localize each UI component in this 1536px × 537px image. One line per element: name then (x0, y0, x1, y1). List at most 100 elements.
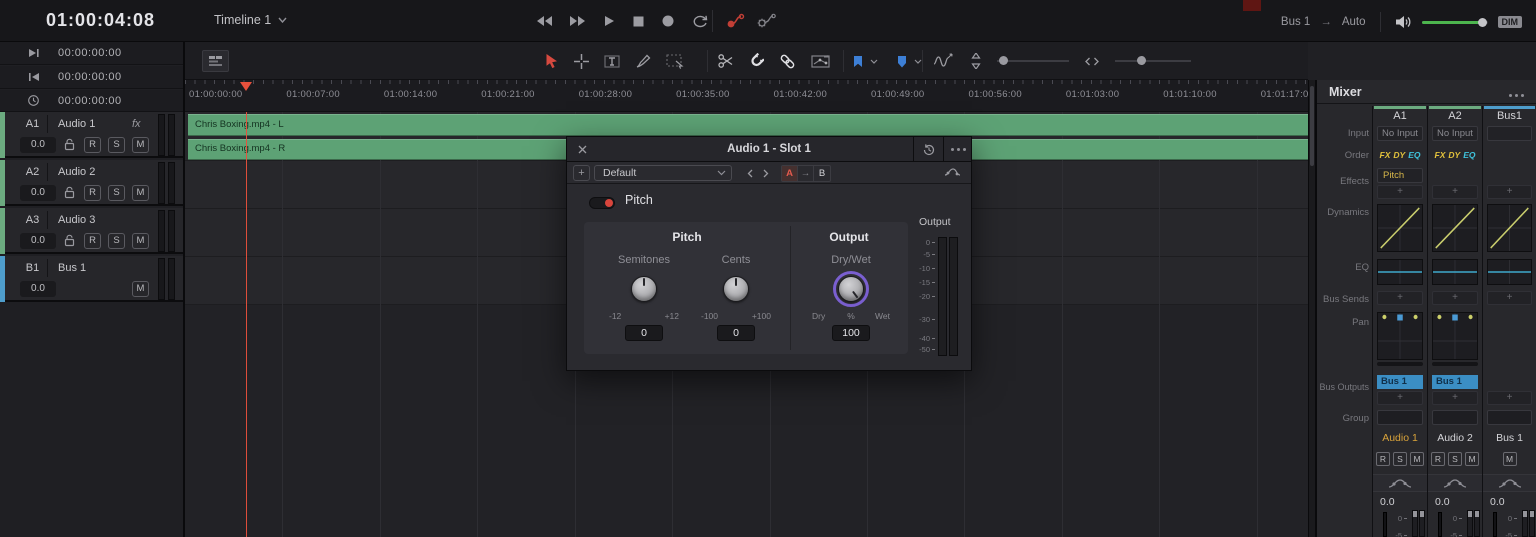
waveform-zoom-button[interactable] (933, 52, 955, 70)
mute-button[interactable]: M (1410, 452, 1424, 466)
eq-graph[interactable] (1487, 259, 1532, 285)
mute-button[interactable]: M (132, 233, 149, 249)
bus-send-add-button[interactable]: + (1487, 291, 1532, 305)
mixer-track-name[interactable]: Bus 1 (1483, 432, 1536, 444)
solo-button[interactable]: S (1393, 452, 1407, 466)
pan-slider[interactable] (1377, 362, 1423, 366)
mute-button[interactable]: M (132, 185, 149, 201)
mute-button[interactable]: M (132, 281, 149, 297)
speaker-icon[interactable] (1395, 15, 1412, 29)
dim-button[interactable]: DIM (1497, 16, 1522, 28)
flag-button[interactable] (852, 55, 864, 68)
fader-slot[interactable] (1438, 512, 1442, 537)
automation-settings-button[interactable] (756, 13, 778, 29)
mute-button[interactable]: M (132, 137, 149, 153)
automation-curve-button[interactable] (1428, 474, 1482, 492)
ab-compare-b-button[interactable]: B (814, 166, 830, 181)
timeline-selector[interactable]: Timeline 1 (214, 13, 287, 27)
automation-curve-button[interactable] (1373, 474, 1427, 492)
pointer-tool-button[interactable] (545, 53, 559, 69)
track-header-a3[interactable]: A3 Audio 3 0.0 R S M (0, 208, 183, 254)
trim-edit-tool-button[interactable] (604, 54, 620, 69)
lock-icon[interactable] (64, 138, 75, 151)
timeline-ruler[interactable]: 01:00:00:00 01:00:07:00 01:00:14:00 01:00:2… (185, 80, 1308, 112)
automation-toggle-button[interactable] (726, 13, 746, 28)
dynamics-graph[interactable] (1377, 204, 1423, 252)
preset-dropdown[interactable]: Default (594, 165, 732, 181)
add-effect-button[interactable]: + (1377, 185, 1423, 199)
record-arm-button[interactable]: R (1376, 452, 1390, 466)
order-badges[interactable]: FX DY EQ (1428, 147, 1482, 163)
effect-slot[interactable]: Pitch (1377, 168, 1423, 183)
rewind-button[interactable] (536, 15, 552, 27)
play-button[interactable] (604, 15, 615, 27)
pan-control[interactable] (1432, 312, 1478, 360)
timeline-view-options-button[interactable] (202, 50, 229, 72)
fader-area[interactable]: 0 -5 (1428, 510, 1482, 537)
dynamics-graph[interactable] (1487, 204, 1532, 252)
next-preset-button[interactable] (759, 165, 773, 181)
mute-button[interactable]: M (1502, 452, 1517, 466)
effect-enable-toggle[interactable] (589, 197, 615, 209)
vertical-zoom-slider[interactable] (997, 56, 1069, 65)
solo-button[interactable]: S (108, 233, 125, 249)
range-select-tool-button[interactable] (574, 53, 589, 69)
eq-graph[interactable] (1377, 259, 1423, 285)
group-field[interactable] (1487, 410, 1532, 425)
pan-control[interactable] (1377, 312, 1423, 360)
marker-color-dropdown[interactable] (914, 59, 922, 64)
bypass-button[interactable] (944, 166, 961, 179)
loop-button[interactable] (692, 15, 708, 28)
automation-curve-button[interactable] (1483, 474, 1536, 492)
bus-send-add-button[interactable]: + (1377, 291, 1423, 305)
dynamics-graph[interactable] (1432, 204, 1478, 252)
fader-area[interactable]: 0 -5 (1373, 510, 1427, 537)
playhead-line[interactable] (246, 112, 247, 537)
solo-button[interactable]: S (1448, 452, 1462, 466)
add-effect-button[interactable]: + (1487, 185, 1532, 199)
snap-button[interactable] (749, 53, 764, 69)
fader-slot[interactable] (1383, 512, 1387, 537)
scrollbar-thumb[interactable] (1310, 86, 1314, 166)
vertical-zoom-button[interactable] (971, 53, 981, 69)
solo-button[interactable]: S (108, 185, 125, 201)
eq-graph[interactable] (1432, 259, 1478, 285)
lock-icon[interactable] (64, 234, 75, 247)
plugin-title-bar[interactable]: Audio 1 - Slot 1 (567, 137, 971, 162)
track-header-a1[interactable]: A1 Audio 1 fx 0.0 R S M (0, 112, 183, 158)
monitor-volume-slider[interactable] (1421, 17, 1488, 27)
monitor-mode-label[interactable]: Auto (1342, 16, 1366, 28)
order-badges[interactable] (1483, 147, 1536, 163)
previous-preset-button[interactable] (743, 165, 757, 181)
record-arm-button[interactable]: R (84, 233, 101, 249)
monitor-bus-label[interactable]: Bus 1 (1281, 16, 1310, 28)
flag-color-dropdown[interactable] (870, 59, 878, 64)
slider-handle[interactable] (999, 56, 1008, 65)
timeline-scrollbar[interactable] (1308, 80, 1316, 537)
mute-button[interactable]: M (1465, 452, 1479, 466)
razor-tool-button[interactable] (718, 53, 734, 69)
history-button[interactable] (913, 137, 943, 162)
record-button[interactable] (662, 15, 674, 27)
add-effect-button[interactable]: + (1432, 185, 1478, 199)
cents-knob[interactable] (723, 276, 749, 302)
track-header-a2[interactable]: A2 Audio 2 0.0 R S M (0, 160, 183, 206)
audio-clip-left-channel[interactable]: Chris Boxing.mp4 - L (188, 114, 1308, 136)
fast-forward-button[interactable] (570, 15, 586, 27)
bus-output-badge[interactable]: Bus 1 (1377, 375, 1423, 389)
input-selector[interactable]: No Input (1432, 126, 1478, 141)
ab-compare-a-button[interactable]: A (782, 166, 798, 181)
track-volume-field[interactable]: 0.0 (20, 233, 56, 249)
mixer-strip-header[interactable]: Bus1 (1483, 110, 1536, 122)
horizontal-zoom-slider[interactable] (1115, 56, 1191, 65)
track-fx-badge[interactable]: fx (132, 115, 141, 133)
record-arm-button[interactable]: R (1431, 452, 1445, 466)
add-bus-output-button[interactable]: + (1487, 391, 1532, 405)
plugin-options-button[interactable] (943, 137, 973, 162)
track-header-b1[interactable]: B1 Bus 1 0.0 M (0, 256, 183, 302)
mixer-track-name[interactable]: Audio 2 (1428, 432, 1482, 444)
pan-slider[interactable] (1432, 362, 1478, 366)
horizontal-zoom-button[interactable] (1085, 57, 1099, 66)
track-volume-field[interactable]: 0.0 (20, 185, 56, 201)
mixer-options-button[interactable] (1509, 94, 1524, 97)
